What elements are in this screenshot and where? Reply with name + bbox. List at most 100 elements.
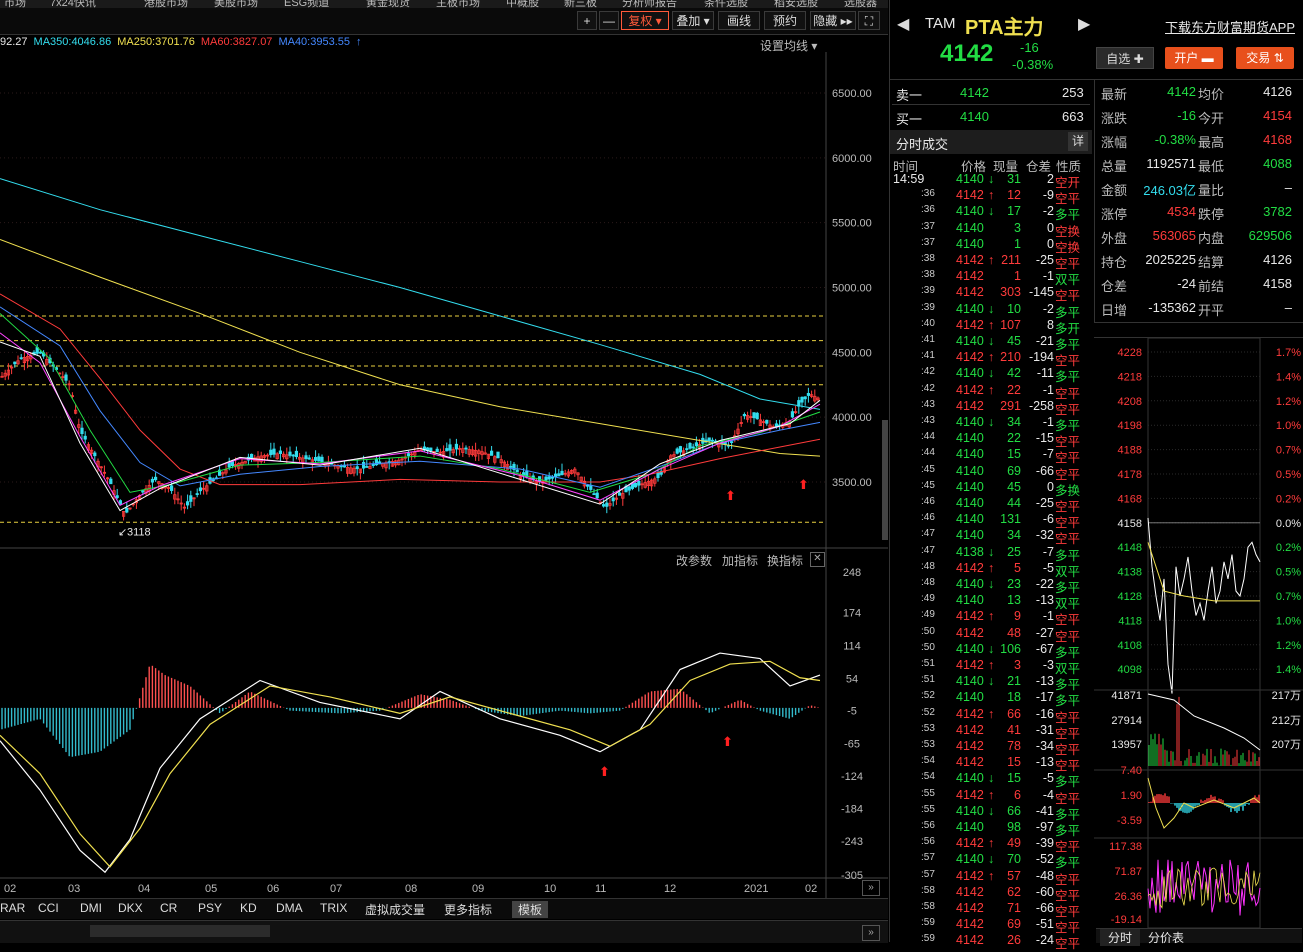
tick-cell: ↑ <box>988 317 995 332</box>
indicator-tab[interactable]: CCI <box>38 901 59 915</box>
tick-row: :49 4140 13 -13 双平 <box>893 593 1089 611</box>
tick-cell: 48 <box>1007 625 1021 640</box>
prev-contract-icon[interactable]: ◀ <box>897 14 909 34</box>
indicator-tab[interactable]: KD <box>240 901 257 915</box>
fullscreen-icon[interactable]: ⛶ <box>858 11 880 30</box>
download-app-link[interactable]: 下载东方财富期货APP <box>1165 17 1295 36</box>
tick-cell: :46 <box>921 496 935 507</box>
appoint-button[interactable]: 预约 <box>764 11 806 30</box>
price-axis-label: 3500.00 <box>832 477 872 489</box>
tab-intraday[interactable]: 分时 <box>1100 929 1140 946</box>
macd-switch-indicator-button[interactable]: 换指标 <box>767 552 803 569</box>
intraday-chart[interactable]: 4228 1.7% 4218 1.4% 4208 1.2% 4198 1.0% 4188 0.7%… <box>1094 338 1303 928</box>
draw-line-button[interactable]: 画线 <box>718 11 760 30</box>
candle-body <box>688 442 692 449</box>
tick-row: :38 4142 ↑ 211 -25 空平 <box>893 253 1089 271</box>
tick-cell: ↓ <box>988 577 995 591</box>
candle-body <box>634 482 638 488</box>
tick-cell: ↓ <box>988 334 995 348</box>
mini-price-label: 4118 <box>1118 615 1142 627</box>
stat-label: 涨跌 <box>1101 111 1128 126</box>
tick-row: :56 4142 ↑ 49 -39 空平 <box>893 836 1089 854</box>
add-watchlist-button[interactable]: 自选 ✚ <box>1096 47 1154 69</box>
indicator-tab[interactable]: 虚拟成交量 <box>365 901 425 918</box>
tick-cell: 4142 <box>956 933 984 948</box>
top-nav-item[interactable]: 选股器 <box>844 0 877 8</box>
candle-body <box>361 461 366 469</box>
mini-frame <box>1147 338 1261 928</box>
scrollbar-thumb[interactable] <box>90 925 270 937</box>
tick-cell: 34 <box>1007 415 1021 429</box>
top-nav-item[interactable]: 分析师报告 <box>622 0 677 8</box>
chart-scrollbar[interactable]: » <box>0 920 888 943</box>
up-arrow-icon: ⬆ <box>722 734 733 749</box>
indicator-tab[interactable]: 更多指标 <box>444 901 492 918</box>
indicator-tab[interactable]: RAR <box>0 901 25 915</box>
month-label: 03 <box>68 883 80 895</box>
stat-label: 均价 <box>1198 87 1225 102</box>
macd-param-button[interactable]: 改参数 <box>676 552 712 569</box>
candle-body <box>445 448 449 452</box>
indicator-tab[interactable]: DMI <box>80 901 102 915</box>
tick-cell: :37 <box>921 236 935 248</box>
tick-row: :50 4140 ↓ 106 -67 多平 <box>893 642 1089 660</box>
tick-row: :40 4142 ↑ 107 8 多开 <box>893 317 1089 336</box>
top-nav-item[interactable]: 条件选股 <box>704 0 748 8</box>
indicator-tab[interactable]: TRIX <box>320 901 347 915</box>
candle-body <box>765 419 769 424</box>
close-icon[interactable]: ✕ <box>810 552 825 567</box>
tick-cell: 4140 <box>956 577 984 591</box>
top-nav-item[interactable]: 主板市场 <box>436 0 480 8</box>
fq-dropdown[interactable]: 复权 ▾ <box>621 11 669 30</box>
ticks-column-headers: 时间 价格 现量 仓差 性质 <box>893 156 1089 174</box>
indicator-tab[interactable]: DKX <box>118 901 143 915</box>
top-nav-item[interactable]: 稻安选股 <box>774 0 818 8</box>
macd-axis-label: -184 <box>841 804 863 816</box>
top-nav-item[interactable]: 新三板 <box>564 0 597 8</box>
kline-chart[interactable]: 6500.00 6000.00 5500.00 5000.00 4500.00 4000.… <box>0 52 888 898</box>
macd-add-indicator-button[interactable]: 加指标 <box>722 552 758 569</box>
oi-line <box>1147 693 1261 751</box>
tick-cell: :47 <box>921 528 935 540</box>
tick-cell: -25 <box>1035 253 1054 267</box>
ticks-detail-button[interactable]: 详 <box>1068 132 1088 151</box>
panel-splitter[interactable] <box>882 420 888 540</box>
tick-cell: ↓ <box>988 674 995 689</box>
candle-body <box>448 444 452 451</box>
top-nav-item[interactable]: 7x24快讯 <box>50 0 96 8</box>
top-nav-item[interactable]: 市场 <box>4 0 26 8</box>
tick-cell: -60 <box>1035 884 1054 899</box>
top-nav-item[interactable]: 中概股 <box>506 0 539 8</box>
tick-cell: :43 <box>921 415 935 426</box>
next-contract-icon[interactable]: ▶ <box>1078 14 1090 34</box>
hide-button[interactable]: 隐藏 ▸▸ <box>810 11 856 30</box>
tab-price-table[interactable]: 分价表 <box>1148 929 1184 946</box>
top-nav-item[interactable]: ESG频道 <box>284 0 329 8</box>
overlay-dropdown[interactable]: 叠加 ▾ <box>672 11 714 30</box>
zoom-in-button[interactable]: + <box>577 11 597 30</box>
trade-button[interactable]: 交易 ⇅ <box>1236 47 1294 69</box>
month-label: 04 <box>138 883 150 895</box>
indicator-tab[interactable]: CR <box>160 901 177 915</box>
scroll-end-icon[interactable]: » <box>862 880 880 896</box>
indicator-tab[interactable]: PSY <box>198 901 222 915</box>
candle-body <box>742 413 747 417</box>
stat-value: 4142 <box>1167 84 1196 99</box>
stat-value: – <box>1284 300 1292 315</box>
zoom-out-button[interactable]: — <box>599 11 619 30</box>
tick-cell: 45 <box>1007 334 1021 348</box>
stat-value: -135362 <box>1148 300 1196 315</box>
indicator-tab[interactable]: 模板 <box>512 901 549 918</box>
candle-body <box>198 487 202 492</box>
indicator-tab[interactable]: DMA <box>276 901 303 915</box>
top-nav-item[interactable]: 黄金现货 <box>366 0 410 8</box>
open-account-button[interactable]: 开户 ▬ <box>1165 47 1223 69</box>
tick-cell: 291 <box>1000 398 1021 413</box>
top-nav-item[interactable]: 港股市场 <box>144 0 188 8</box>
tick-cell: 4142 <box>956 253 984 267</box>
mini-price-label: 4098 <box>1118 664 1142 676</box>
tick-cell: -21 <box>1035 334 1054 348</box>
scroll-right-icon[interactable]: » <box>862 925 880 941</box>
top-nav-item[interactable]: 美股市场 <box>214 0 258 8</box>
tick-cell: 4142 <box>956 901 984 915</box>
